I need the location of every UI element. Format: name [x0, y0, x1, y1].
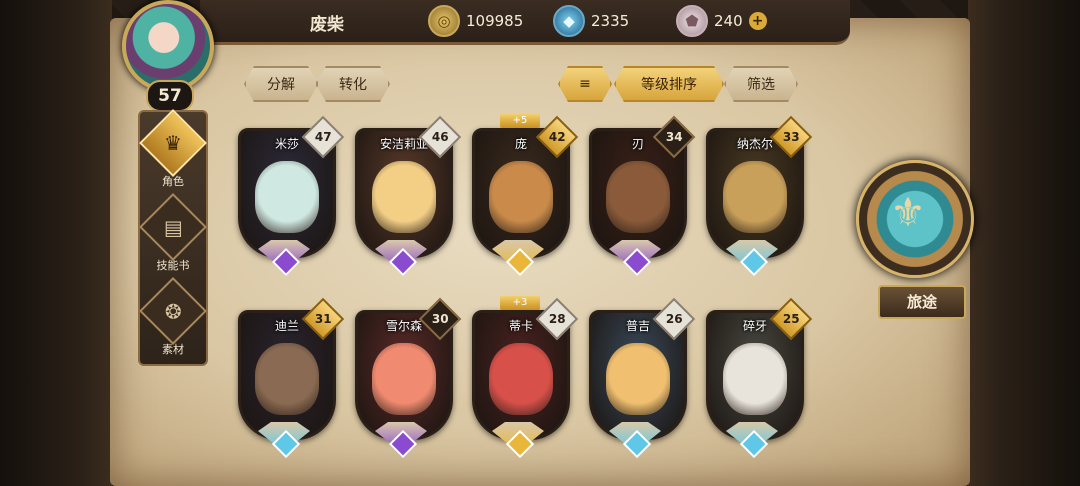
character-level: 30 [431, 311, 449, 326]
player-name: 废柴 [310, 15, 344, 35]
journey-emblem-icon: ⚜ [890, 190, 926, 236]
sort-lines-icon: ≡ [579, 76, 591, 92]
gold-coin-icon: ◎ [428, 5, 460, 37]
gem-amount: 240 [714, 12, 743, 30]
filter-button[interactable]: 筛选 [724, 66, 798, 102]
character-card[interactable]: 纳杰尔 33 [704, 115, 813, 278]
character-card[interactable]: 雪尔森 30 [353, 297, 462, 460]
crystal-resource: ◆ 2335 [553, 4, 629, 38]
player-avatar[interactable] [122, 0, 214, 92]
sort-by-level-button[interactable]: 等级排序 [614, 66, 724, 102]
add-gem-button[interactable]: + [748, 12, 767, 30]
character-level: 47 [314, 129, 332, 144]
character-helmet-icon: ♛ [139, 109, 207, 177]
player-level-badge: 57 [146, 80, 194, 112]
character-face [723, 161, 787, 233]
gold-amount: 109985 [466, 12, 524, 30]
game-screen: 废柴 ◎ 109985 ◆ 2335 ⬟ 240 + 57 ♛ 角色 ▤ 技能书… [0, 0, 1080, 486]
decompose-button[interactable]: 分解 [244, 66, 318, 102]
character-card[interactable]: 普吉 26 [587, 297, 696, 460]
character-face [372, 343, 436, 415]
material-icon: ❂ [139, 277, 207, 345]
crystal-amount: 2335 [591, 12, 630, 30]
character-card[interactable]: 庞 42 +5 [470, 114, 579, 278]
nav-skill-book[interactable]: ▤ 技能书 [139, 193, 207, 276]
nav-material[interactable]: ❂ 素材 [139, 277, 207, 360]
character-face [255, 343, 319, 415]
left-frame [0, 0, 112, 486]
right-frame [968, 0, 1080, 486]
character-face [606, 343, 670, 415]
character-face [255, 161, 319, 233]
character-face [489, 161, 553, 233]
character-card[interactable]: 刃 34 [587, 115, 696, 278]
character-face [489, 343, 553, 415]
character-level: 31 [314, 311, 332, 326]
character-card[interactable]: 迪兰 31 [236, 297, 345, 460]
character-card[interactable]: 安洁莉亚 46 [353, 115, 462, 278]
character-level: 42 [548, 129, 566, 144]
character-card[interactable]: 碎牙 25 [704, 297, 813, 460]
blue-crystal-icon: ◆ [553, 5, 585, 37]
left-category-nav: ♛ 角色 ▤ 技能书 ❂ 素材 [138, 109, 208, 366]
enhance-plus-tag: +3 [500, 296, 540, 310]
nav-character[interactable]: ♛ 角色 [139, 109, 207, 192]
character-level: 46 [431, 129, 449, 144]
character-card[interactable]: 蒂卡 28 +3 [470, 296, 579, 460]
sort-order-button[interactable]: ≡ [558, 66, 612, 102]
character-face [606, 161, 670, 233]
gem-resource: ⬟ 240 + [676, 4, 767, 38]
character-level: 34 [665, 129, 683, 144]
journey-label: 旅途 [878, 285, 966, 319]
pink-gem-icon: ⬟ [676, 5, 708, 37]
character-face [723, 343, 787, 415]
skill-book-icon: ▤ [139, 193, 207, 261]
character-level: 28 [548, 311, 566, 326]
enhance-plus-tag: +5 [500, 114, 540, 128]
gold-resource: ◎ 109985 [428, 4, 523, 38]
character-card[interactable]: 米莎 47 [236, 115, 345, 278]
convert-button[interactable]: 转化 [316, 66, 390, 102]
character-level: 26 [665, 311, 683, 326]
character-level: 25 [782, 311, 800, 326]
character-level: 33 [782, 129, 800, 144]
character-face [372, 161, 436, 233]
